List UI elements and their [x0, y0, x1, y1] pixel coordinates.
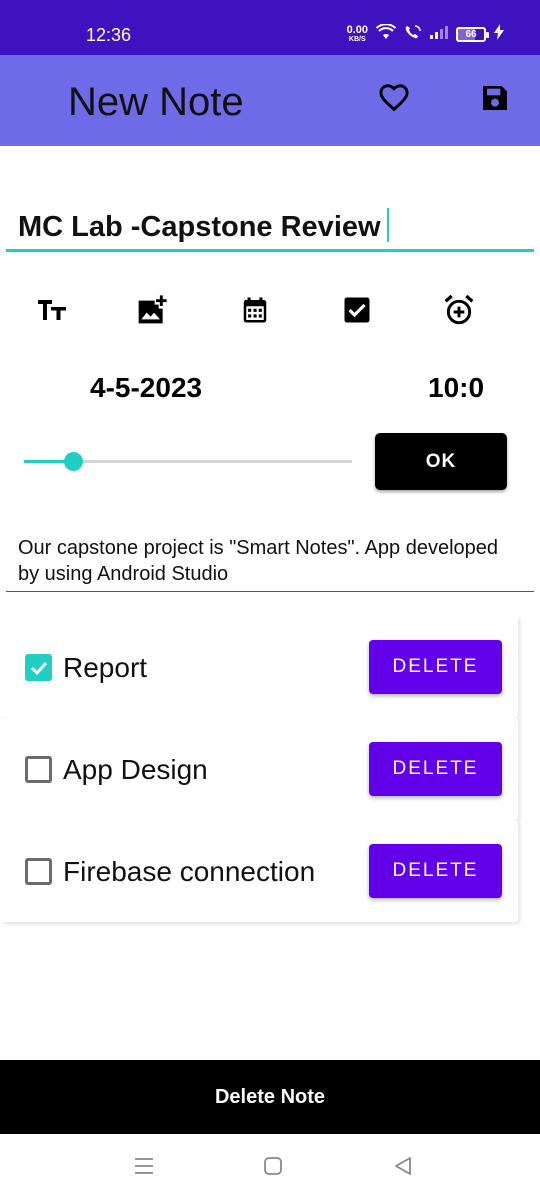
checklist: Report DELETE App Design DELETE Firebase…	[0, 616, 518, 922]
back-icon	[392, 1155, 414, 1182]
battery-level: 66	[465, 29, 477, 40]
note-title-field[interactable]: MC Lab -Capstone Review	[6, 198, 534, 252]
menu-icon	[133, 1156, 155, 1181]
favorite-button[interactable]	[377, 83, 411, 117]
delete-item-button[interactable]: DELETE	[369, 640, 502, 694]
wifi-icon	[375, 23, 397, 45]
app-bar: New Note	[0, 55, 540, 146]
back-button[interactable]	[389, 1154, 417, 1182]
text-size-slider[interactable]	[24, 450, 352, 474]
signal-icon	[430, 25, 448, 44]
recent-apps-button[interactable]	[130, 1154, 158, 1182]
checklist-item: Report DELETE	[0, 616, 518, 718]
text-size-icon	[36, 296, 68, 329]
note-body-field[interactable]: Our capstone project is "Smart Notes". A…	[6, 533, 534, 592]
alarm-add-icon	[443, 294, 475, 331]
save-icon	[479, 82, 511, 119]
checklist-item-label: Report	[63, 652, 148, 683]
checklist-checkbox[interactable]	[25, 654, 52, 681]
status-time: 12:36	[86, 25, 132, 45]
system-nav-bar	[0, 1134, 540, 1200]
delete-item-button[interactable]: DELETE	[369, 844, 502, 898]
checklist-item-label: App Design	[63, 754, 208, 785]
alarm-button[interactable]	[439, 292, 479, 332]
add-image-button[interactable]	[132, 292, 172, 332]
save-button[interactable]	[478, 83, 512, 117]
note-title-input[interactable]: MC Lab -Capstone Review	[18, 208, 389, 244]
reminder-time[interactable]: 10:0	[428, 372, 484, 404]
slider-thumb[interactable]	[64, 452, 84, 471]
status-bar: 12:36 0.00 KB/S 66	[0, 0, 540, 55]
checklist-checkbox[interactable]	[25, 756, 52, 783]
delete-note-button[interactable]: Delete Note	[0, 1060, 540, 1134]
network-speed-unit: KB/S	[348, 35, 366, 43]
wifi-calling-icon	[404, 24, 422, 45]
checklist-button[interactable]	[337, 292, 377, 332]
checklist-checkbox[interactable]	[25, 858, 52, 885]
checkmark-icon	[30, 661, 47, 675]
battery-icon: 66	[456, 27, 489, 42]
home-icon	[262, 1155, 284, 1182]
checklist-item: Firebase connection DELETE	[0, 820, 518, 922]
checklist-item-label: Firebase connection	[63, 856, 316, 887]
charging-icon	[494, 24, 504, 45]
checklist-item: App Design DELETE	[0, 718, 518, 820]
network-speed-value: 0.00	[346, 23, 368, 36]
reminder-date[interactable]: 4-5-2023	[90, 372, 202, 404]
note-body-text[interactable]: Our capstone project is "Smart Notes". A…	[18, 535, 518, 587]
calendar-button[interactable]	[235, 292, 275, 332]
status-icons: 0.00 KB/S 66	[346, 23, 504, 45]
page-title: New Note	[68, 80, 244, 124]
delete-item-button[interactable]: DELETE	[369, 742, 502, 796]
format-toolbar	[0, 292, 540, 332]
ok-button[interactable]: OK	[375, 433, 507, 490]
heart-outline-icon	[377, 82, 411, 119]
text-caret	[386, 208, 389, 242]
checkbox-icon	[342, 295, 372, 330]
calendar-icon	[240, 294, 270, 331]
home-button[interactable]	[259, 1154, 287, 1182]
note-title-text: MC Lab -Capstone Review	[18, 211, 381, 243]
text-size-button[interactable]	[32, 292, 72, 332]
network-speed: 0.00 KB/S	[346, 23, 368, 44]
add-image-icon	[136, 294, 168, 331]
